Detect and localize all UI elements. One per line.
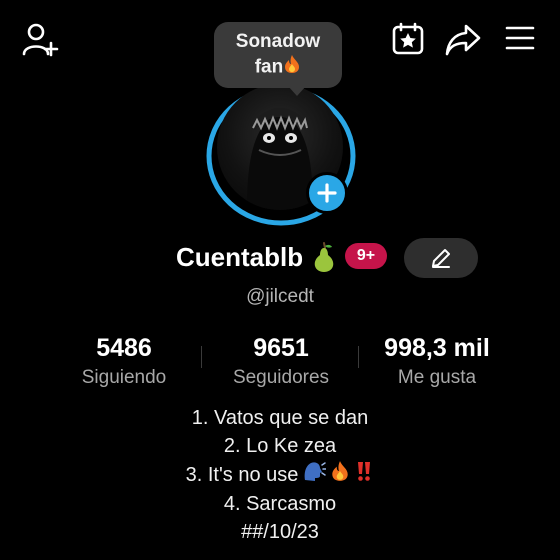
- bio-line: 1. Vatos que se dan: [191, 407, 369, 429]
- fire-icon: [283, 54, 301, 81]
- menu-button[interactable]: [500, 18, 540, 58]
- edit-profile-button[interactable]: [404, 238, 478, 278]
- speaking-head-icon: [302, 460, 328, 490]
- notification-badge[interactable]: 9+: [345, 243, 387, 269]
- likes-count: 998,3 mil: [384, 334, 490, 362]
- note-text-line2: fan: [254, 56, 284, 78]
- profile-note-bubble[interactable]: Sonadow fan: [214, 22, 342, 88]
- person-add-icon: [22, 23, 59, 57]
- followers-label: Seguidores: [232, 367, 330, 388]
- stat-divider: [201, 346, 202, 368]
- bio-line: 3. It's no use: [0, 460, 560, 490]
- bio-line: 4. Sarcasmo: [223, 493, 337, 515]
- bio-line: ##/10/23: [241, 521, 319, 543]
- plus-icon: [317, 183, 337, 203]
- followers-count: 9651: [253, 334, 309, 362]
- add-story-button[interactable]: [306, 172, 348, 214]
- add-friend-button[interactable]: [20, 20, 60, 60]
- pear-icon: [311, 241, 337, 278]
- stat-following[interactable]: 5486 Siguiendo: [64, 334, 184, 389]
- share-button[interactable]: [443, 20, 483, 60]
- pencil-icon: [432, 249, 450, 268]
- fire-icon: [330, 460, 350, 490]
- following-count: 5486: [96, 334, 152, 362]
- stat-followers[interactable]: 9651 Seguidores: [218, 334, 344, 389]
- calendar-button[interactable]: [388, 19, 428, 59]
- bio-line: 2. Lo Ke zea: [223, 435, 337, 457]
- double-exclamation-icon: [354, 460, 374, 490]
- name-row: Cuentablb 9+: [0, 238, 560, 278]
- share-icon: [445, 24, 481, 56]
- stat-divider: [358, 346, 359, 368]
- profile-bio: 1. Vatos que se dan 2. Lo Ke zea 3. It's…: [0, 404, 560, 546]
- following-label: Siguiendo: [81, 367, 167, 388]
- hamburger-menu-icon: [505, 26, 535, 50]
- display-name: Cuentablb: [176, 242, 304, 272]
- note-text-line1: Sonadow: [235, 31, 321, 52]
- calendar-star-icon: [392, 22, 424, 55]
- stat-likes[interactable]: 998,3 mil Me gusta: [372, 334, 502, 389]
- user-handle: @jilcedt: [246, 286, 314, 307]
- bio-text: 3. It's no use: [185, 464, 299, 486]
- likes-label: Me gusta: [397, 367, 477, 388]
- bubble-tail: [288, 86, 306, 96]
